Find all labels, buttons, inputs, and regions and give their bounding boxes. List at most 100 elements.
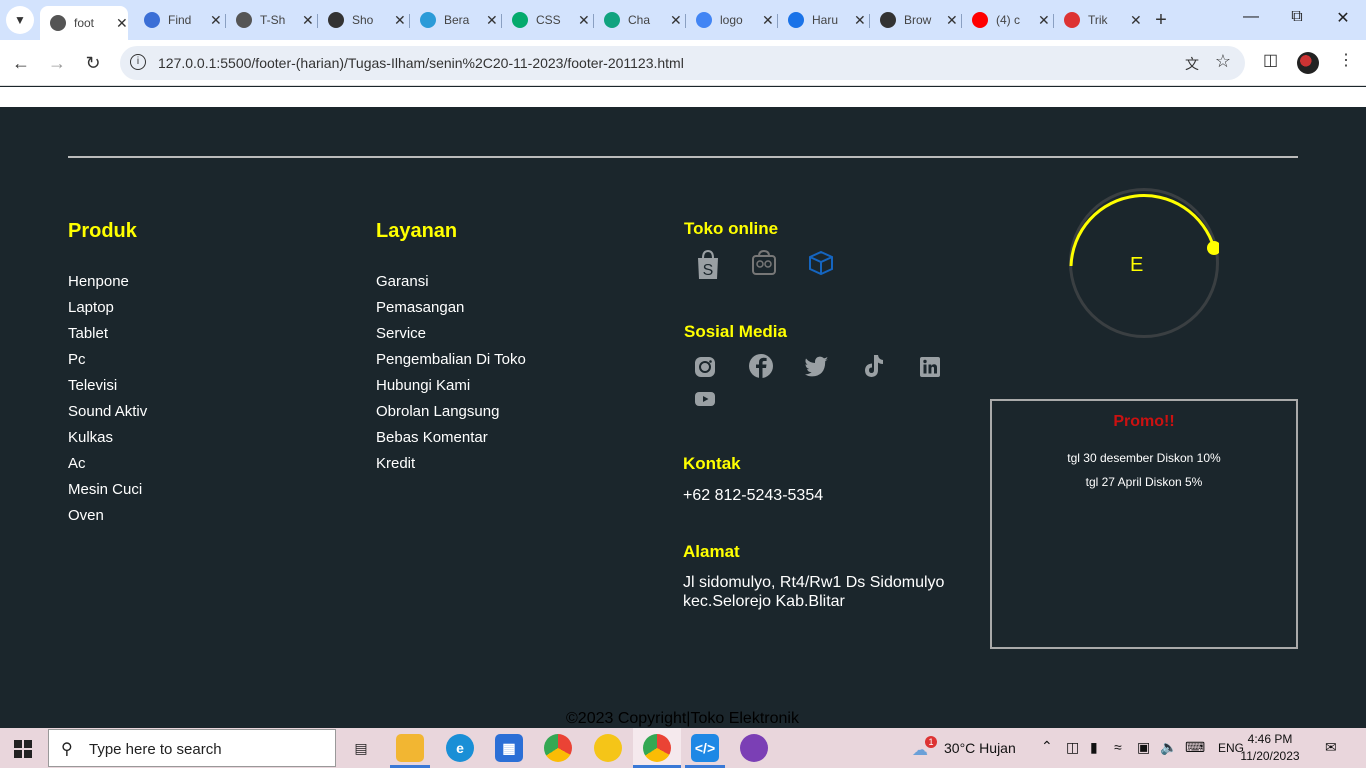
layanan-link[interactable]: Service	[376, 325, 426, 342]
phone-number: +62 812-5243-5354	[683, 487, 824, 504]
browser-tab[interactable]: foot ✕	[40, 6, 128, 40]
tab-title: (4) c	[996, 13, 1020, 27]
globe-icon	[50, 15, 66, 31]
close-tab-icon[interactable]: ✕	[854, 12, 864, 29]
meet-now-icon[interactable]: ▣	[1137, 739, 1150, 756]
browser-tab[interactable]: Bera ✕	[410, 6, 496, 34]
tray-app-icon[interactable]: ◫	[1066, 739, 1079, 756]
shopee-icon[interactable]: S	[694, 250, 722, 280]
translate-icon[interactable]: 文	[1185, 54, 1199, 74]
keyboard-icon[interactable]: ⌨	[1185, 739, 1205, 756]
box-icon[interactable]	[808, 250, 834, 276]
produk-link[interactable]: Sound Aktiv	[68, 403, 147, 420]
browser-tab[interactable]: logo ✕	[686, 6, 772, 34]
youtube-icon	[972, 12, 988, 28]
edge-icon[interactable]: e	[446, 734, 474, 762]
volume-muted-icon[interactable]: 🔈	[1160, 739, 1177, 756]
back-icon[interactable]: ←	[8, 50, 34, 76]
twitter-icon[interactable]	[804, 354, 830, 380]
produk-link[interactable]: Laptop	[68, 299, 114, 316]
tab-title: Trik	[1088, 13, 1108, 27]
file-explorer-icon[interactable]	[396, 734, 424, 762]
url-text[interactable]: 127.0.0.1:5500/footer-(harian)/Tugas-Ilh…	[158, 55, 684, 71]
github-desktop-icon[interactable]	[740, 734, 768, 762]
site-info-icon[interactable]: i	[130, 54, 146, 70]
tiktok-icon[interactable]	[860, 353, 886, 379]
close-tab-icon[interactable]: ✕	[116, 15, 128, 32]
youtube-icon[interactable]	[692, 386, 718, 412]
tab-separator	[409, 14, 410, 28]
minimize-button[interactable]: —	[1228, 8, 1274, 26]
layanan-link[interactable]: Kredit	[376, 455, 415, 472]
layanan-link[interactable]: Obrolan Langsung	[376, 403, 499, 420]
close-tab-icon[interactable]: ✕	[946, 12, 956, 29]
close-tab-icon[interactable]: ✕	[302, 12, 312, 29]
produk-link[interactable]: Kulkas	[68, 429, 113, 446]
tab-separator	[1053, 14, 1054, 28]
browser-tab[interactable]: Cha ✕	[594, 6, 680, 34]
browser-tab[interactable]: Sho ✕	[318, 6, 404, 34]
browser-tab[interactable]: CSS ✕	[502, 6, 588, 34]
browser-tab[interactable]: Find ✕	[134, 6, 220, 34]
profile-avatar[interactable]	[1297, 52, 1319, 74]
close-tab-icon[interactable]: ✕	[1038, 12, 1048, 29]
menu-kebab-icon[interactable]: ⋮	[1338, 50, 1354, 70]
address-bar[interactable]: i 127.0.0.1:5500/footer-(harian)/Tugas-I…	[120, 46, 1245, 80]
sticky-app-icon[interactable]	[594, 734, 622, 762]
instagram-icon[interactable]	[692, 354, 718, 380]
forward-icon[interactable]: →	[44, 50, 70, 76]
layanan-link[interactable]: Garansi	[376, 273, 429, 290]
restore-button[interactable]: ⧉	[1274, 8, 1320, 26]
browser-tab[interactable]: Trik ✕	[1054, 6, 1140, 34]
chrome-profile-icon[interactable]	[643, 734, 671, 762]
facebook-icon[interactable]	[748, 353, 774, 379]
close-tab-icon[interactable]: ✕	[394, 12, 404, 29]
layanan-link[interactable]: Bebas Komentar	[376, 429, 488, 446]
tray-chevron-up-icon[interactable]: ⌃	[1041, 738, 1053, 755]
taskbar-clock[interactable]: 4:46 PM 11/20/2023	[1240, 731, 1300, 765]
close-tab-icon[interactable]: ✕	[210, 12, 220, 29]
wifi-icon[interactable]: ≈	[1114, 739, 1122, 755]
browser-tab[interactable]: Haru ✕	[778, 6, 864, 34]
tab-title: Haru	[812, 13, 839, 27]
globe-icon	[236, 12, 252, 28]
produk-link[interactable]: Televisi	[68, 377, 117, 394]
new-tab-button[interactable]: +	[1147, 6, 1175, 34]
tab-search-button[interactable]: ▼	[6, 6, 34, 34]
notification-icon[interactable]: ✉	[1325, 739, 1337, 756]
tokopedia-icon[interactable]	[751, 250, 777, 276]
close-window-button[interactable]: ✕	[1320, 8, 1366, 28]
close-tab-icon[interactable]: ✕	[670, 12, 680, 29]
close-tab-icon[interactable]: ✕	[762, 12, 772, 29]
reload-icon[interactable]: ↻	[80, 50, 106, 76]
browser-tab[interactable]: Brow ✕	[870, 6, 956, 34]
store-icon[interactable]: ▦	[495, 734, 523, 762]
layanan-link[interactable]: Pemasangan	[376, 299, 464, 316]
browser-tab[interactable]: (4) c ✕	[962, 6, 1048, 34]
produk-link[interactable]: Tablet	[68, 325, 108, 342]
produk-link[interactable]: Mesin Cuci	[68, 481, 142, 498]
close-tab-icon[interactable]: ✕	[1130, 12, 1140, 29]
produk-link[interactable]: Oven	[68, 507, 104, 524]
footer-divider	[68, 156, 1298, 158]
bookmark-star-icon[interactable]: ☆	[1215, 51, 1231, 72]
vscode-icon[interactable]: </>	[691, 734, 719, 762]
browser-tab[interactable]: T-Sh ✕	[226, 6, 312, 34]
task-view-icon[interactable]: ▤	[347, 734, 375, 762]
close-tab-icon[interactable]: ✕	[486, 12, 496, 29]
layanan-link[interactable]: Hubungi Kami	[376, 377, 470, 394]
close-tab-icon[interactable]: ✕	[578, 12, 588, 29]
promo-title: Promo!!	[1113, 413, 1175, 430]
s-icon	[788, 12, 804, 28]
produk-link[interactable]: Henpone	[68, 273, 129, 290]
produk-link[interactable]: Pc	[68, 351, 86, 368]
produk-link[interactable]: Ac	[68, 455, 86, 472]
side-panel-icon[interactable]: ◫	[1263, 50, 1278, 70]
taskbar-search-box[interactable]: ⚲ Type here to search	[48, 729, 336, 767]
layanan-link[interactable]: Pengembalian Di Toko	[376, 351, 526, 368]
chrome-icon[interactable]	[544, 734, 572, 762]
weather-text[interactable]: 30°C Hujan	[944, 740, 1016, 756]
linkedin-icon[interactable]	[917, 354, 943, 380]
battery-icon[interactable]: ▮	[1090, 739, 1098, 756]
windows-start-icon[interactable]	[14, 740, 32, 758]
